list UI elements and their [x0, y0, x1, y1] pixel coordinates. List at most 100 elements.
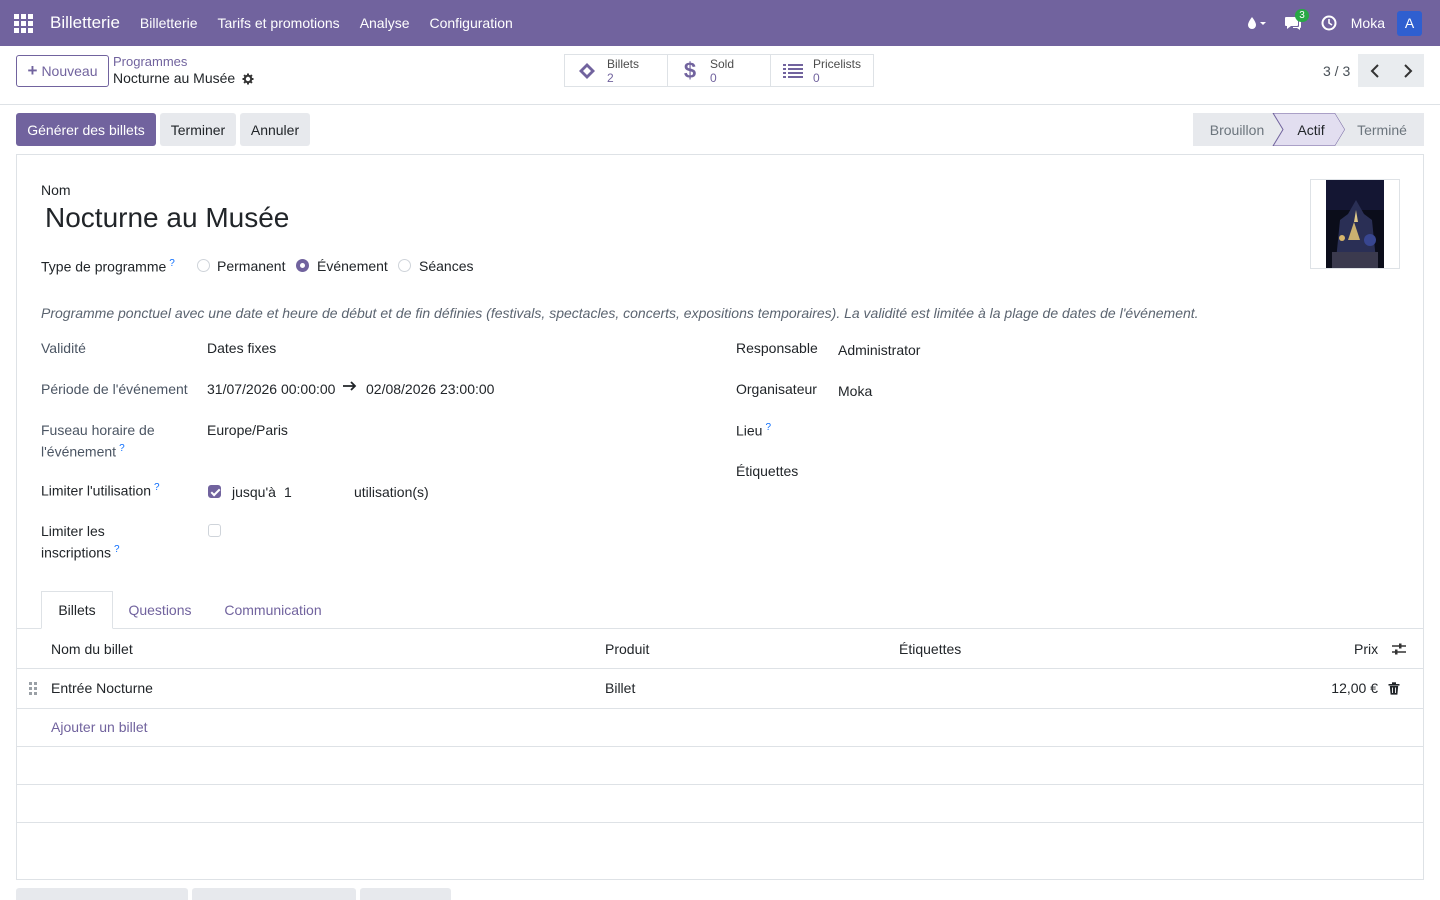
limit-registrations-label-line2: inscriptions?: [41, 544, 120, 561]
stage-done[interactable]: Terminé: [1343, 113, 1421, 146]
chatter-activities-button[interactable]: [360, 888, 451, 900]
program-image[interactable]: [1310, 179, 1400, 269]
chatter-send-message-button[interactable]: [16, 888, 188, 900]
column-header-ticket-name[interactable]: Nom du billet: [51, 641, 133, 657]
column-header-price[interactable]: Prix: [1354, 641, 1378, 657]
validity-value[interactable]: Dates fixes: [207, 340, 276, 356]
timezone-label-text: l'événement: [41, 443, 117, 460]
help-icon[interactable]: ?: [169, 258, 175, 269]
pager-previous-button[interactable]: [1358, 54, 1391, 87]
stage-draft[interactable]: Brouillon: [1193, 113, 1281, 146]
tab-communication[interactable]: Communication: [213, 591, 333, 629]
messages-badge: 3: [1295, 9, 1309, 22]
radio-permanent-label[interactable]: Permanent: [217, 258, 285, 274]
chatter-log-note-button[interactable]: [192, 888, 356, 900]
ticket-row-product[interactable]: Billet: [605, 680, 635, 696]
tab-billets[interactable]: Billets: [41, 591, 113, 629]
user-avatar[interactable]: A: [1397, 10, 1422, 36]
validity-label: Validité: [41, 340, 86, 356]
app-brand[interactable]: Billetterie: [50, 13, 120, 33]
breadcrumb-parent[interactable]: Programmes: [113, 54, 187, 69]
period-end-input[interactable]: 02/08/2026 23:00:00: [366, 381, 494, 397]
period-label: Période de l'événement: [41, 381, 188, 397]
company-name[interactable]: Moka: [1351, 15, 1385, 31]
list-icon: [781, 61, 805, 81]
smart-button-sold[interactable]: $ Sold 0: [667, 54, 771, 87]
location-label-text: Lieu: [736, 422, 763, 439]
ticket-icon: [575, 61, 599, 81]
smart-button-value: 0: [710, 70, 717, 85]
menu-configuration[interactable]: Configuration: [420, 15, 523, 31]
status-stages: Brouillon Actif Terminé: [1193, 113, 1424, 146]
limit-usage-label-text: Limiter l'utilisation: [41, 482, 152, 499]
radio-event-label[interactable]: Événement: [317, 258, 388, 274]
smart-button-billets[interactable]: Billets 2: [564, 54, 668, 87]
trash-icon[interactable]: [1388, 682, 1400, 698]
timezone-value[interactable]: Europe/Paris: [207, 422, 288, 438]
add-ticket-link[interactable]: Ajouter un billet: [51, 719, 148, 735]
new-button-label: Nouveau: [41, 63, 98, 79]
optional-columns-icon[interactable]: [1391, 642, 1407, 659]
gear-icon[interactable]: [242, 72, 254, 85]
pager-value[interactable]: 3 / 3: [1323, 63, 1350, 79]
ticket-row-name[interactable]: Entrée Nocturne: [51, 680, 153, 696]
responsible-value[interactable]: Administrator: [838, 342, 920, 358]
apps-menu-icon[interactable]: [0, 0, 46, 46]
radio-sessions-label[interactable]: Séances: [419, 258, 473, 274]
help-icon[interactable]: ?: [114, 544, 120, 555]
limit-usage-count-input[interactable]: 1: [284, 484, 292, 500]
new-button[interactable]: + Nouveau: [16, 55, 109, 87]
menu-billetterie[interactable]: Billetterie: [130, 15, 208, 31]
arrow-right-icon: [343, 379, 357, 396]
organizer-label: Organisateur: [736, 381, 817, 397]
help-icon[interactable]: ?: [765, 422, 771, 433]
name-input[interactable]: Nocturne au Musée: [45, 202, 289, 234]
menu-tarifs[interactable]: Tarifs et promotions: [208, 15, 350, 31]
limit-usage-checkbox[interactable]: [208, 485, 221, 498]
cancel-button[interactable]: Annuler: [240, 113, 310, 146]
radio-event[interactable]: [296, 259, 309, 272]
plus-icon: +: [27, 61, 38, 80]
limit-registrations-checkbox[interactable]: [208, 524, 221, 537]
help-icon[interactable]: ?: [154, 482, 160, 493]
breadcrumb-current: Nocturne au Musée: [113, 70, 254, 86]
generate-tickets-button[interactable]: Générer des billets: [16, 113, 156, 146]
program-type-label: Type de programme?: [41, 258, 175, 275]
stage-active[interactable]: Actif: [1281, 113, 1341, 146]
activity-clock-icon[interactable]: [1311, 0, 1347, 46]
smart-buttons: Billets 2 $ Sold 0 Pricelists 0: [564, 54, 874, 87]
smart-button-value: 2: [607, 70, 614, 85]
smart-button-label: Sold: [710, 56, 735, 71]
tags-input[interactable]: [838, 463, 1398, 483]
table-divider: [17, 746, 1423, 747]
smart-button-pricelists[interactable]: Pricelists 0: [770, 54, 874, 87]
control-panel: + Nouveau Programmes Nocturne au Musée B…: [0, 46, 1440, 105]
table-divider: [17, 822, 1423, 823]
column-header-product[interactable]: Produit: [605, 641, 649, 657]
smart-button-value: 0: [813, 70, 820, 85]
timezone-label-line2: l'événement?: [41, 443, 125, 460]
ticket-row-price[interactable]: 12,00 €: [1331, 680, 1378, 696]
limit-usage-suffix: utilisation(s): [354, 484, 429, 500]
table-divider: [17, 668, 1423, 669]
drag-handle-icon[interactable]: [29, 682, 37, 695]
limit-usage-label: Limiter l'utilisation?: [41, 482, 160, 499]
limit-registrations-label-text: inscriptions: [41, 544, 112, 561]
period-start-input[interactable]: 31/07/2026 00:00:00: [207, 381, 335, 397]
limit-registrations-label-line1: Limiter les: [41, 523, 105, 539]
pager-next-button[interactable]: [1391, 54, 1424, 87]
tab-questions[interactable]: Questions: [117, 591, 203, 629]
finish-button[interactable]: Terminer: [160, 113, 236, 146]
tags-label: Étiquettes: [736, 463, 799, 479]
smart-button-label: Pricelists: [813, 56, 862, 71]
debug-drop-icon[interactable]: [1239, 0, 1275, 46]
location-input[interactable]: [838, 422, 1398, 442]
breadcrumb-current-label: Nocturne au Musée: [113, 70, 236, 86]
radio-sessions[interactable]: [398, 259, 411, 272]
menu-analyse[interactable]: Analyse: [350, 15, 420, 31]
radio-permanent[interactable]: [197, 259, 210, 272]
help-icon[interactable]: ?: [119, 443, 125, 454]
organizer-value[interactable]: Moka: [838, 383, 872, 399]
column-header-tags[interactable]: Étiquettes: [899, 641, 961, 657]
messages-icon[interactable]: 3: [1275, 0, 1311, 46]
